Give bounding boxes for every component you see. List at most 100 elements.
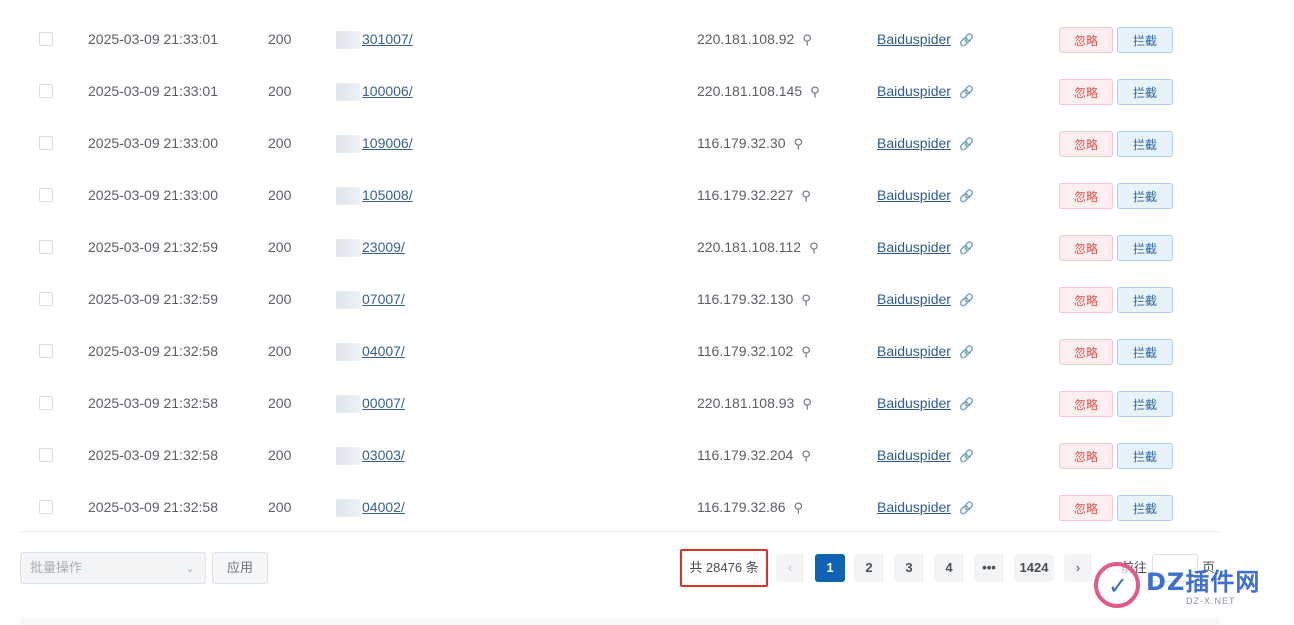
block-button[interactable]: 拦截 (1117, 235, 1173, 262)
search-icon[interactable]: ⚲ (810, 84, 820, 99)
block-button[interactable]: 拦截 (1117, 287, 1173, 314)
row-checkbox-cell[interactable] (39, 169, 53, 221)
ignore-button[interactable]: 忽略 (1059, 235, 1113, 262)
chevron-down-icon: ⌄ (184, 561, 195, 575)
bot-cell: Baiduspider 🔗 (877, 481, 974, 533)
row-checkbox[interactable] (39, 500, 53, 515)
redacted-blur (336, 343, 360, 362)
status-cell: 200 (268, 447, 292, 463)
page-button-4[interactable]: 4 (934, 554, 964, 582)
bot-link[interactable]: Baiduspider (877, 291, 951, 307)
row-checkbox-cell[interactable] (39, 481, 53, 533)
ignore-button[interactable]: 忽略 (1059, 287, 1113, 314)
status-cell: 200 (268, 83, 292, 99)
ignore-button[interactable]: 忽略 (1059, 131, 1113, 158)
row-checkbox[interactable] (39, 448, 53, 463)
page-button-last[interactable]: 1424 (1014, 554, 1054, 582)
row-checkbox[interactable] (39, 344, 53, 359)
row-checkbox[interactable] (39, 32, 53, 47)
link-icon[interactable]: 🔗 (959, 241, 974, 255)
bot-link[interactable]: Baiduspider (877, 343, 951, 359)
bot-link[interactable]: Baiduspider (877, 395, 951, 411)
block-button[interactable]: 拦截 (1117, 79, 1173, 106)
link-icon[interactable]: 🔗 (959, 345, 974, 359)
block-button[interactable]: 拦截 (1117, 27, 1173, 54)
block-button[interactable]: 拦截 (1117, 443, 1173, 470)
block-button[interactable]: 拦截 (1117, 495, 1173, 522)
bot-link[interactable]: Baiduspider (877, 239, 951, 255)
link-icon[interactable]: 🔗 (959, 397, 974, 411)
row-checkbox-cell[interactable] (39, 273, 53, 325)
search-icon[interactable]: ⚲ (801, 188, 811, 203)
row-checkbox[interactable] (39, 396, 53, 411)
row-checkbox-cell[interactable] (39, 13, 53, 65)
row-checkbox-cell[interactable] (39, 377, 53, 429)
url-link[interactable]: 23009/ (362, 239, 405, 255)
link-icon[interactable]: 🔗 (959, 85, 974, 99)
link-icon[interactable]: 🔗 (959, 189, 974, 203)
search-icon[interactable]: ⚲ (794, 500, 804, 515)
table-row: 2025-03-09 21:32:59 200 23009/ 220.181.1… (20, 221, 1220, 273)
url-link[interactable]: 301007/ (362, 31, 413, 47)
page-ellipsis[interactable]: ••• (974, 554, 1004, 582)
bot-link[interactable]: Baiduspider (877, 31, 951, 47)
url-link[interactable]: 04007/ (362, 343, 405, 359)
link-icon[interactable]: 🔗 (959, 501, 974, 515)
url-link[interactable]: 109006/ (362, 135, 413, 151)
ignore-button[interactable]: 忽略 (1059, 183, 1113, 210)
apply-button[interactable]: 应用 (212, 552, 268, 584)
time-cell: 2025-03-09 21:32:59 (88, 291, 218, 307)
page-button-3[interactable]: 3 (894, 554, 924, 582)
bot-link[interactable]: Baiduspider (877, 83, 951, 99)
bot-link[interactable]: Baiduspider (877, 187, 951, 203)
row-checkbox[interactable] (39, 136, 53, 151)
url-link[interactable]: 03003/ (362, 447, 405, 463)
url-link[interactable]: 07007/ (362, 291, 405, 307)
row-checkbox-cell[interactable] (39, 429, 53, 481)
block-button[interactable]: 拦截 (1117, 183, 1173, 210)
row-checkbox[interactable] (39, 188, 53, 203)
search-icon[interactable]: ⚲ (809, 240, 819, 255)
redacted-blur (336, 135, 360, 154)
page-button-2[interactable]: 2 (854, 554, 884, 582)
bot-link[interactable]: Baiduspider (877, 447, 951, 463)
link-icon[interactable]: 🔗 (959, 449, 974, 463)
row-checkbox-cell[interactable] (39, 65, 53, 117)
url-link[interactable]: 105008/ (362, 187, 413, 203)
block-button[interactable]: 拦截 (1117, 131, 1173, 158)
url-link[interactable]: 04002/ (362, 499, 405, 515)
link-icon[interactable]: 🔗 (959, 33, 974, 47)
row-checkbox[interactable] (39, 292, 53, 307)
row-checkbox-cell[interactable] (39, 117, 53, 169)
ignore-button[interactable]: 忽略 (1059, 27, 1113, 54)
ignore-button[interactable]: 忽略 (1059, 391, 1113, 418)
link-icon[interactable]: 🔗 (959, 293, 974, 307)
search-icon[interactable]: ⚲ (802, 396, 812, 411)
bulk-action-select[interactable]: 批量操作 ⌄ (20, 552, 206, 584)
row-checkbox-cell[interactable] (39, 325, 53, 377)
row-checkbox-cell[interactable] (39, 221, 53, 273)
search-icon[interactable]: ⚲ (801, 344, 811, 359)
block-button[interactable]: 拦截 (1117, 391, 1173, 418)
row-checkbox[interactable] (39, 240, 53, 255)
search-icon[interactable]: ⚲ (794, 136, 804, 151)
row-checkbox[interactable] (39, 84, 53, 99)
ignore-button[interactable]: 忽略 (1059, 443, 1113, 470)
next-page-button[interactable]: › (1064, 554, 1092, 582)
search-icon[interactable]: ⚲ (801, 448, 811, 463)
actions-cell: 忽略 拦截 (1059, 273, 1173, 325)
prev-page-button[interactable]: ‹ (776, 554, 804, 582)
block-button[interactable]: 拦截 (1117, 339, 1173, 366)
bot-link[interactable]: Baiduspider (877, 135, 951, 151)
url-link[interactable]: 100006/ (362, 83, 413, 99)
ignore-button[interactable]: 忽略 (1059, 79, 1113, 106)
link-icon[interactable]: 🔗 (959, 137, 974, 151)
ignore-button[interactable]: 忽略 (1059, 495, 1113, 522)
search-icon[interactable]: ⚲ (801, 292, 811, 307)
url-cell: 105008/ (336, 169, 413, 221)
bot-link[interactable]: Baiduspider (877, 499, 951, 515)
page-button-1[interactable]: 1 (815, 554, 845, 582)
ignore-button[interactable]: 忽略 (1059, 339, 1113, 366)
search-icon[interactable]: ⚲ (802, 32, 812, 47)
url-link[interactable]: 00007/ (362, 395, 405, 411)
